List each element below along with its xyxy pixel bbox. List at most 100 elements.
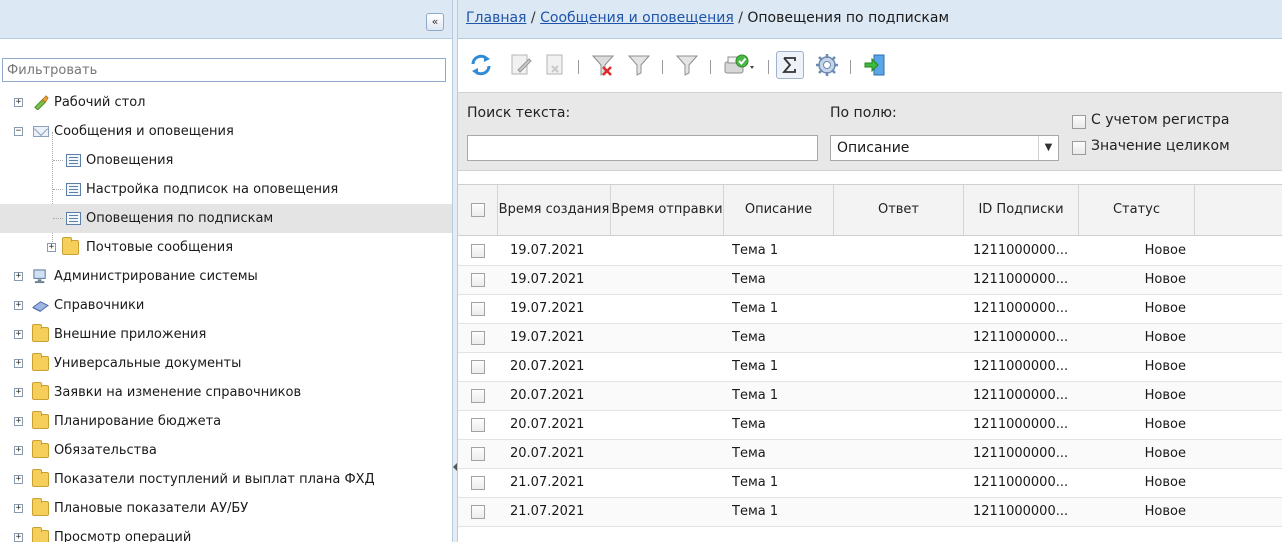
settings-button[interactable] xyxy=(810,48,844,82)
tree-node-subscription-notifications[interactable]: Оповещения по подпискам xyxy=(0,204,452,233)
expand-icon[interactable]: + xyxy=(47,243,56,252)
tree-node-directories[interactable]: + Справочники xyxy=(0,291,452,320)
row-checkbox[interactable] xyxy=(471,418,485,432)
tree-node-label: Плановые показатели АУ/БУ xyxy=(54,501,249,516)
tree-node-system-administration[interactable]: + Администрирование системы xyxy=(0,262,452,291)
expand-icon[interactable]: + xyxy=(14,98,23,107)
tree-node-label: Обязательства xyxy=(54,443,157,458)
exit-button[interactable] xyxy=(858,48,892,82)
tree-node-subscription-settings[interactable]: Настройка подписок на оповещения xyxy=(0,175,452,204)
tree-node-desktop[interactable]: + Рабочий стол xyxy=(0,88,452,117)
expand-icon[interactable]: + xyxy=(14,388,23,397)
table-row[interactable]: 19.07.2021 Тема 1211000000... Новое xyxy=(458,324,1282,353)
whole-value-checkbox[interactable] xyxy=(1072,141,1086,155)
tree-node-mail-messages[interactable]: + Почтовые сообщения xyxy=(0,233,452,262)
row-checkbox[interactable] xyxy=(471,302,485,316)
column-header[interactable]: Ответ xyxy=(834,185,964,235)
chevron-down-icon[interactable]: ▼ xyxy=(1038,136,1058,160)
row-checkbox[interactable] xyxy=(471,447,485,461)
column-header[interactable]: Описание xyxy=(724,185,834,235)
table-cell-answer xyxy=(842,440,962,468)
column-header[interactable]: Статус xyxy=(1079,185,1195,235)
tree-node-label: Планирование бюджета xyxy=(54,414,222,429)
row-checkbox[interactable] xyxy=(471,360,485,374)
collapse-panel-button[interactable]: « xyxy=(426,13,444,31)
filter-funnel-button[interactable] xyxy=(670,48,704,82)
row-checkbox[interactable] xyxy=(471,505,485,519)
table-row[interactable]: 20.07.2021 Тема 1211000000... Новое xyxy=(458,440,1282,469)
row-checkbox[interactable] xyxy=(471,244,485,258)
table-cell-status: Новое xyxy=(1144,243,1186,258)
breadcrumb-section-link[interactable]: Сообщения и оповещения xyxy=(540,10,734,26)
expand-icon[interactable]: + xyxy=(14,417,23,426)
column-header[interactable]: Время отправки xyxy=(611,185,724,235)
filter-button[interactable] xyxy=(622,48,656,82)
envelope-icon xyxy=(33,126,49,137)
column-header[interactable]: Время создания xyxy=(498,185,611,235)
tree-node-au-bu-indicators[interactable]: + Плановые показатели АУ/БУ xyxy=(0,494,452,523)
tree-node-label: Показатели поступлений и выплат плана ФХ… xyxy=(54,472,375,487)
table-row[interactable]: 19.07.2021 Тема 1211000000... Новое xyxy=(458,266,1282,295)
tree-node-messages[interactable]: − Сообщения и оповещения xyxy=(0,117,452,146)
expand-icon[interactable]: + xyxy=(14,475,23,484)
table-row[interactable]: 20.07.2021 Тема 1 1211000000... Новое xyxy=(458,353,1282,382)
table-cell-sub-id: 1211000000... xyxy=(973,243,1069,258)
search-text-input[interactable] xyxy=(467,135,818,161)
table-cell-sent xyxy=(623,440,723,468)
table-cell-created: 20.07.2021 xyxy=(510,446,585,461)
row-checkbox[interactable] xyxy=(471,476,485,490)
tree-node-obligations[interactable]: + Обязательства xyxy=(0,436,452,465)
folder-icon xyxy=(32,353,49,371)
collapse-arrow-icon[interactable] xyxy=(453,463,457,471)
check-dropdown-button[interactable] xyxy=(718,48,762,82)
table-cell-status: Новое xyxy=(1144,301,1186,316)
expand-icon[interactable]: + xyxy=(14,446,23,455)
table-cell-sent xyxy=(623,266,723,294)
table-cell-created: 19.07.2021 xyxy=(510,301,585,316)
refresh-button[interactable] xyxy=(464,48,498,82)
expand-icon[interactable]: + xyxy=(14,504,23,513)
tree-filter-input[interactable] xyxy=(2,58,446,82)
breadcrumb-home-link[interactable]: Главная xyxy=(466,10,526,26)
expand-icon[interactable]: + xyxy=(14,301,23,310)
row-checkbox[interactable] xyxy=(471,331,485,345)
case-sensitive-checkbox[interactable] xyxy=(1072,115,1086,129)
delete-button[interactable] xyxy=(538,48,572,82)
table-cell-desc: Тема 1 xyxy=(732,475,779,490)
tree-node-budget-planning[interactable]: + Планирование бюджета xyxy=(0,407,452,436)
folder-icon xyxy=(32,498,49,516)
table-row[interactable]: 21.07.2021 Тема 1 1211000000... Новое xyxy=(458,498,1282,527)
collapse-icon[interactable]: − xyxy=(14,127,23,136)
select-all-checkbox[interactable] xyxy=(470,203,485,217)
tree-node-external-apps[interactable]: + Внешние приложения xyxy=(0,320,452,349)
table-row[interactable]: 20.07.2021 Тема 1211000000... Новое xyxy=(458,411,1282,440)
list-icon xyxy=(66,212,81,225)
toolbar-separator xyxy=(710,60,711,74)
tree-node-fhd-indicators[interactable]: + Показатели поступлений и выплат плана … xyxy=(0,465,452,494)
table-row[interactable]: 20.07.2021 Тема 1 1211000000... Новое xyxy=(458,382,1282,411)
row-checkbox[interactable] xyxy=(471,389,485,403)
tree-connector-line xyxy=(53,160,63,161)
tree-node-label: Настройка подписок на оповещения xyxy=(86,182,339,197)
expand-icon[interactable]: + xyxy=(14,330,23,339)
table-row[interactable]: 21.07.2021 Тема 1 1211000000... Новое xyxy=(458,469,1282,498)
expand-icon[interactable]: + xyxy=(14,359,23,368)
breadcrumb: Главная / Сообщения и оповещения / Опове… xyxy=(458,0,1282,39)
tree-node-universal-docs[interactable]: + Универсальные документы xyxy=(0,349,452,378)
sum-button[interactable] xyxy=(776,51,804,79)
table-cell-sub-id: 1211000000... xyxy=(973,504,1069,519)
tree-node-notifications[interactable]: Оповещения xyxy=(0,146,452,175)
tree-node-operations-view[interactable]: + Просмотр операций xyxy=(0,523,452,542)
tree-node-directory-change-requests[interactable]: + Заявки на изменение справочников xyxy=(0,378,452,407)
search-field-select[interactable]: Описание ▼ xyxy=(830,135,1059,161)
table-cell-answer xyxy=(842,324,962,352)
expand-icon[interactable]: + xyxy=(14,272,23,281)
edit-button[interactable] xyxy=(504,48,538,82)
table-row[interactable]: 19.07.2021 Тема 1 1211000000... Новое xyxy=(458,295,1282,324)
table-row[interactable]: 19.07.2021 Тема 1 1211000000... Новое xyxy=(458,237,1282,266)
breadcrumb-current: Оповещения по подпискам xyxy=(747,10,950,26)
clear-filter-button[interactable] xyxy=(586,48,620,82)
expand-icon[interactable]: + xyxy=(14,533,23,542)
column-header[interactable]: ID Подписки xyxy=(964,185,1079,235)
row-checkbox[interactable] xyxy=(471,273,485,287)
